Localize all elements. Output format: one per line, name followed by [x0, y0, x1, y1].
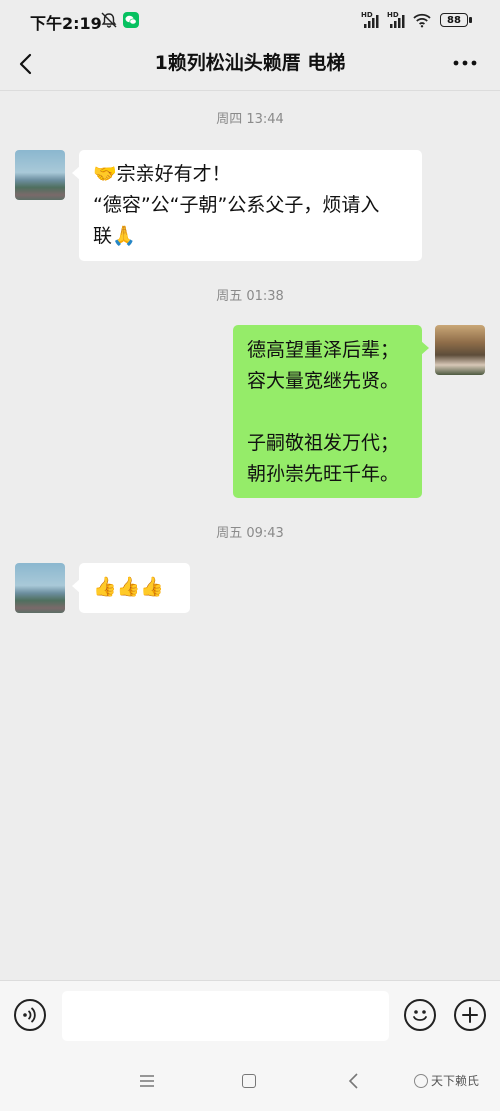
more-functions-button[interactable] — [454, 999, 486, 1031]
sender-avatar[interactable] — [15, 563, 65, 613]
message-line: “德容”公“子朝”公系父子，烦请入 — [93, 194, 380, 216]
sender-avatar[interactable] — [15, 150, 65, 200]
smiley-icon — [413, 1010, 427, 1021]
plus-icon — [462, 1007, 478, 1023]
wifi-icon — [413, 13, 431, 28]
more-options-button[interactable] — [450, 50, 480, 76]
emoji-button[interactable] — [404, 999, 436, 1031]
watermark: 天下赖氏 — [414, 1072, 479, 1089]
input-bar — [0, 980, 500, 1053]
nav-back-button[interactable] — [347, 1072, 361, 1090]
notification-muted-icon — [101, 12, 117, 28]
message-line: 🤝宗亲好有才！ — [93, 163, 231, 185]
signal-icon-2 — [390, 15, 405, 28]
message-timestamp: 周四 13:44 — [216, 112, 284, 127]
wechat-icon — [123, 12, 139, 28]
chat-title: 1赖列松汕头赖厝 电梯 — [154, 52, 346, 74]
outgoing-message-bubble[interactable]: 德高望重泽后辈； 容大量宽继先贤。 子嗣敬祖发万代； 朝孙崇先旺千年。 — [233, 325, 429, 498]
message-line: 德高望重泽后辈； — [247, 339, 400, 361]
status-bar: 下午2:19 HD HD 88 — [0, 0, 500, 40]
recent-apps-button[interactable] — [138, 1074, 156, 1088]
message-timestamp: 周五 09:43 — [216, 526, 284, 541]
message-timestamp: 周五 01:38 — [216, 289, 284, 304]
back-button[interactable] — [14, 50, 42, 78]
home-button[interactable] — [242, 1074, 256, 1088]
message-line: 朝孙崇先旺千年。 — [247, 463, 400, 485]
voice-input-button[interactable] — [14, 999, 46, 1031]
watermark-text: 天下赖氏 — [431, 1074, 480, 1088]
voice-icon — [23, 1007, 36, 1023]
battery-indicator: 88 — [440, 13, 468, 27]
system-nav-bar: 天下赖氏 — [0, 1052, 500, 1111]
header-divider — [0, 90, 500, 91]
message-line: 容大量宽继先贤。 — [247, 370, 400, 392]
signal-icon — [364, 15, 379, 28]
status-time: 下午2:19 — [30, 14, 102, 33]
message-input[interactable] — [62, 991, 389, 1041]
my-avatar[interactable] — [435, 325, 485, 375]
incoming-message-bubble[interactable]: 🤝宗亲好有才！ “德容”公“子朝”公系父子，烦请入 联🙏 — [72, 150, 422, 261]
battery-tip — [469, 17, 472, 23]
chat-header: 1赖列松汕头赖厝 电梯 — [0, 40, 500, 88]
message-line: 子嗣敬祖发万代； — [247, 432, 400, 454]
message-line-blank — [247, 397, 408, 428]
message-line: 👍👍👍 — [93, 576, 164, 598]
incoming-message-bubble[interactable]: 👍👍👍 — [72, 563, 190, 613]
watermark-logo-icon — [414, 1073, 428, 1088]
message-line: 联🙏 — [93, 225, 136, 247]
